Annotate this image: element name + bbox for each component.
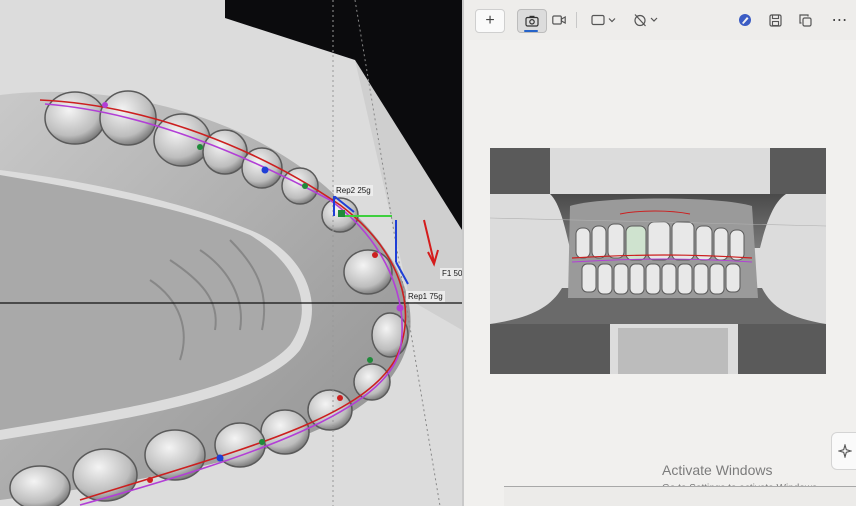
f1-label: F1 50g <box>440 268 462 279</box>
rep2-label: Rep2 25g <box>334 185 373 196</box>
plus-icon: + <box>485 12 495 29</box>
delay-timer-dropdown[interactable] <box>628 9 664 31</box>
toolbar-separator <box>576 12 577 28</box>
captured-screenshot <box>490 148 826 374</box>
new-snip-button[interactable]: + <box>475 9 505 33</box>
more-icon: ⋯ <box>831 12 849 29</box>
sparkle-icon <box>838 444 852 458</box>
dental-3d-viewport[interactable]: Rep2 25g Rep1 75g F1 50g <box>0 0 462 506</box>
video-icon <box>552 15 566 25</box>
copilot-side-button[interactable] <box>831 432 856 470</box>
video-mode-button[interactable] <box>548 9 570 31</box>
capture-teeth <box>575 221 745 295</box>
snip-shape-dropdown[interactable] <box>586 9 622 31</box>
camera-icon <box>525 15 539 27</box>
copy-icon <box>798 13 812 27</box>
activate-title: Activate Windows <box>662 462 773 478</box>
pin-icon <box>739 14 751 26</box>
save-icon <box>768 13 782 27</box>
active-mode-indicator <box>524 30 538 32</box>
toolbar: + ⋯ <box>464 0 856 40</box>
rectangle-select-icon <box>591 14 616 26</box>
snipping-tool-window: + ⋯ Activate Windows <box>464 0 856 506</box>
taskbar-edge <box>504 486 856 506</box>
edit-in-paint-button[interactable] <box>734 9 756 31</box>
occlusion-view-image <box>490 148 826 374</box>
rep1-label: Rep1 75g <box>406 291 445 302</box>
timer-off-icon <box>634 14 658 27</box>
more-options-button[interactable]: ⋯ <box>828 9 852 31</box>
arch-scene[interactable] <box>0 0 462 506</box>
save-button[interactable] <box>764 9 786 31</box>
copy-button[interactable] <box>794 9 816 31</box>
